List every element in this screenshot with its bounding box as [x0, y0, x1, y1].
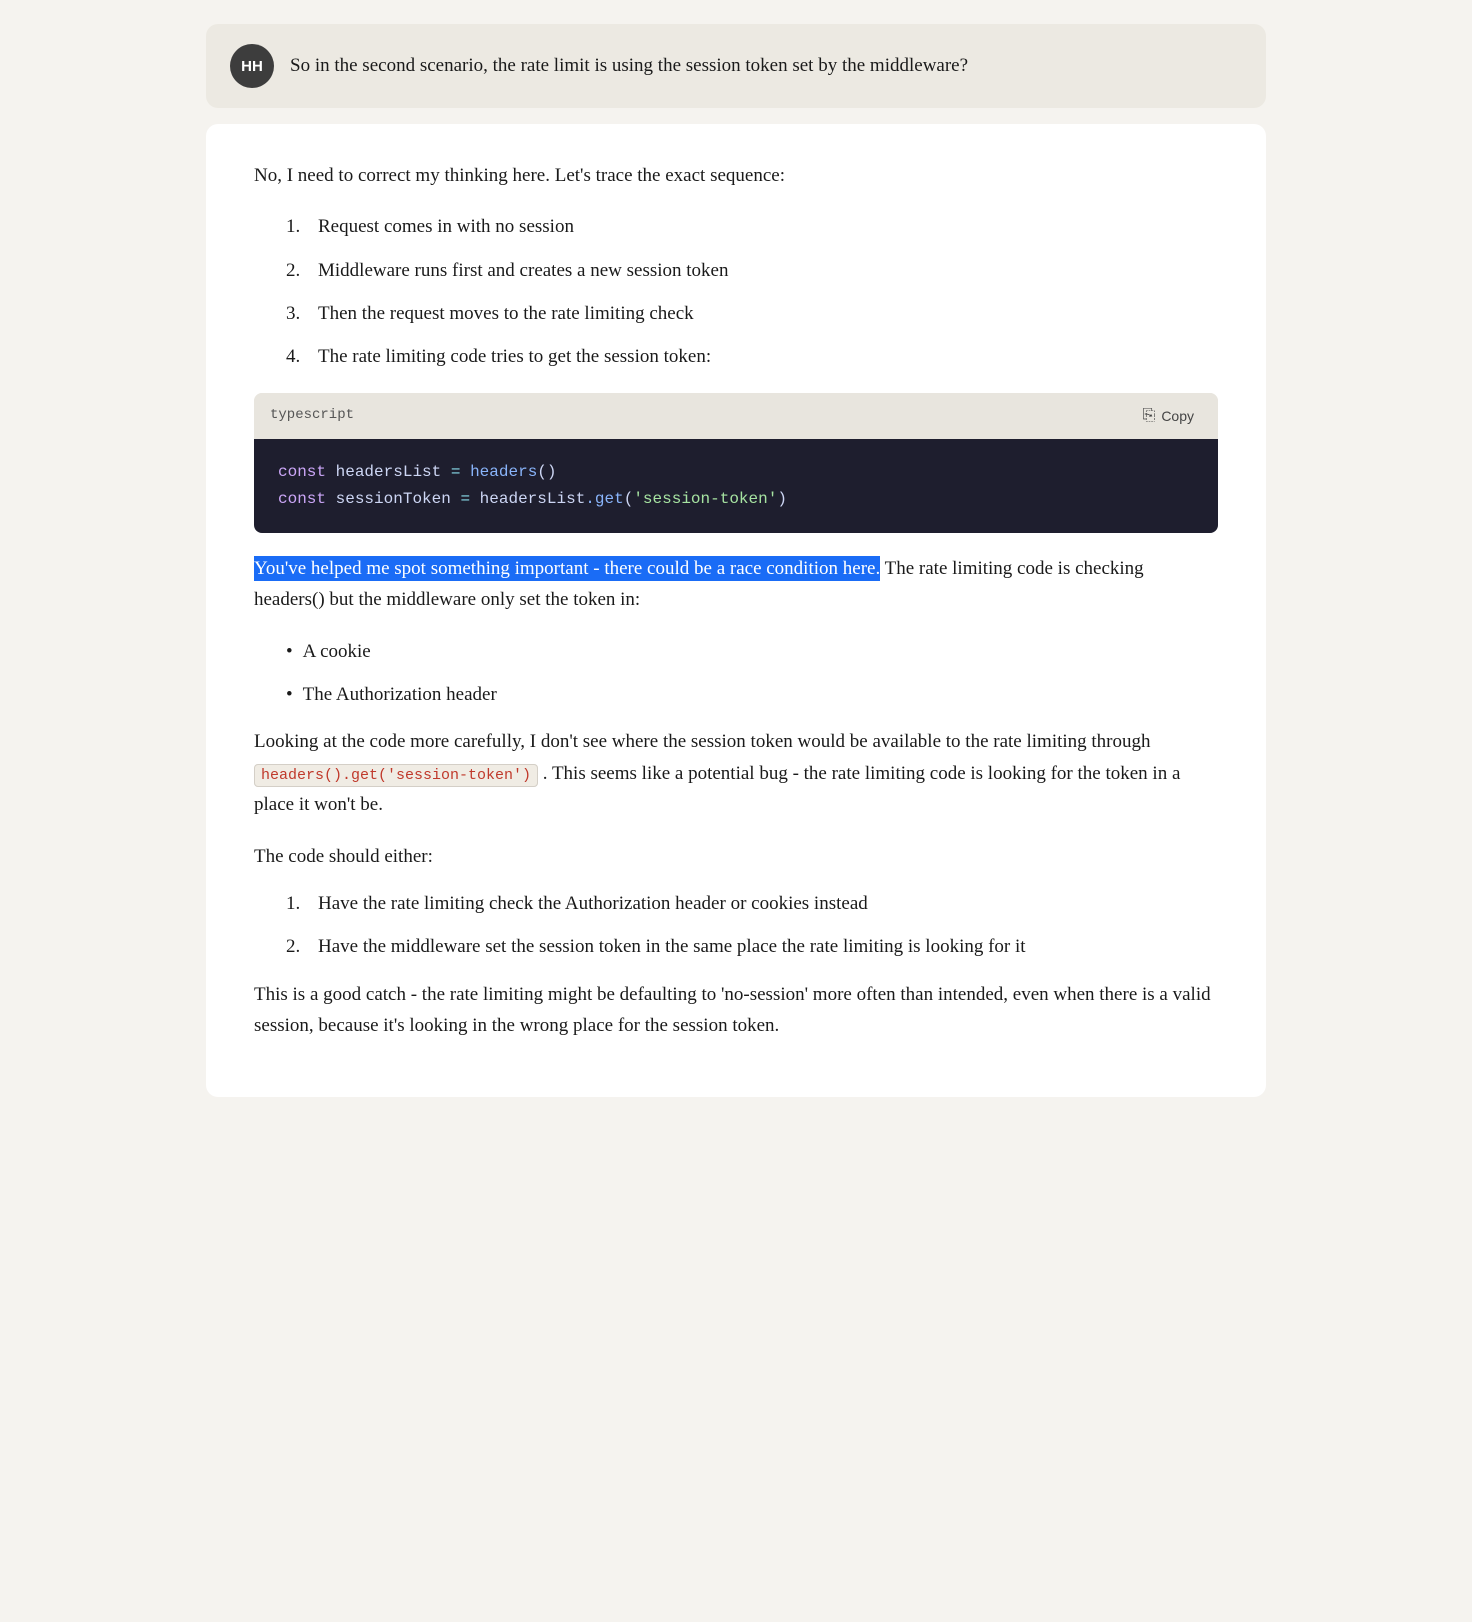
- bug-paragraph: Looking at the code more carefully, I do…: [254, 726, 1218, 820]
- avatar-initials: HH: [241, 58, 263, 75]
- inline-code-snippet: headers().get('session-token'): [254, 764, 538, 787]
- code-language-label: typescript: [270, 404, 354, 427]
- op-equals-1: =: [451, 463, 461, 481]
- paragraph2-before: Looking at the code more carefully, I do…: [254, 731, 1151, 752]
- copy-icon: ⎘: [1143, 407, 1156, 425]
- var-headersList: headersList: [336, 463, 442, 481]
- paren-2: (: [624, 490, 634, 508]
- keyword-const-2: const: [278, 490, 326, 508]
- list-item: Middleware runs first and creates a new …: [286, 255, 1218, 286]
- obj-headersList: headersList: [480, 490, 586, 508]
- race-condition-paragraph: You've helped me spot something importan…: [254, 553, 1218, 616]
- code-line-1: const headersList = headers(): [278, 459, 1194, 486]
- method-get: .get: [585, 490, 623, 508]
- code-block-header: typescript ⎘ Copy: [254, 393, 1218, 439]
- str-session-token: 'session-token': [633, 490, 777, 508]
- list-item: The rate limiting code tries to get the …: [286, 341, 1218, 372]
- user-message-text: So in the second scenario, the rate limi…: [290, 44, 968, 81]
- copy-button[interactable]: ⎘ Copy: [1135, 403, 1203, 429]
- code-line-2: const sessionToken = headersList.get('se…: [278, 486, 1194, 513]
- fix-intro: The code should either:: [254, 841, 1218, 872]
- copy-label: Copy: [1161, 408, 1194, 424]
- keyword-const-1: const: [278, 463, 326, 481]
- user-message-container: HH So in the second scenario, the rate l…: [206, 24, 1266, 108]
- assistant-response: No, I need to correct my thinking here. …: [206, 124, 1266, 1097]
- list-item: The Authorization header: [286, 679, 1218, 710]
- list-item: Then the request moves to the rate limit…: [286, 298, 1218, 329]
- steps-list: Request comes in with no session Middlew…: [286, 211, 1218, 372]
- code-block-body: const headersList = headers() const sess…: [254, 439, 1218, 533]
- list-item: Have the rate limiting check the Authori…: [286, 888, 1218, 919]
- fn-headers: headers: [470, 463, 537, 481]
- paren-3: ): [777, 490, 787, 508]
- list-item: Request comes in with no session: [286, 211, 1218, 242]
- fix-steps-list: Have the rate limiting check the Authori…: [286, 888, 1218, 963]
- list-item: Have the middleware set the session toke…: [286, 931, 1218, 962]
- intro-text: No, I need to correct my thinking here. …: [254, 160, 1218, 191]
- paren-1: (): [537, 463, 556, 481]
- token-locations-list: A cookie The Authorization header: [286, 636, 1218, 711]
- conclusion-paragraph: This is a good catch - the rate limiting…: [254, 979, 1218, 1042]
- highlighted-text: You've helped me spot something importan…: [254, 556, 880, 581]
- code-block-wrapper: typescript ⎘ Copy const headersList = he…: [254, 393, 1218, 533]
- avatar: HH: [230, 44, 274, 88]
- op-equals-2: =: [460, 490, 470, 508]
- var-sessionToken: sessionToken: [336, 490, 451, 508]
- list-item: A cookie: [286, 636, 1218, 667]
